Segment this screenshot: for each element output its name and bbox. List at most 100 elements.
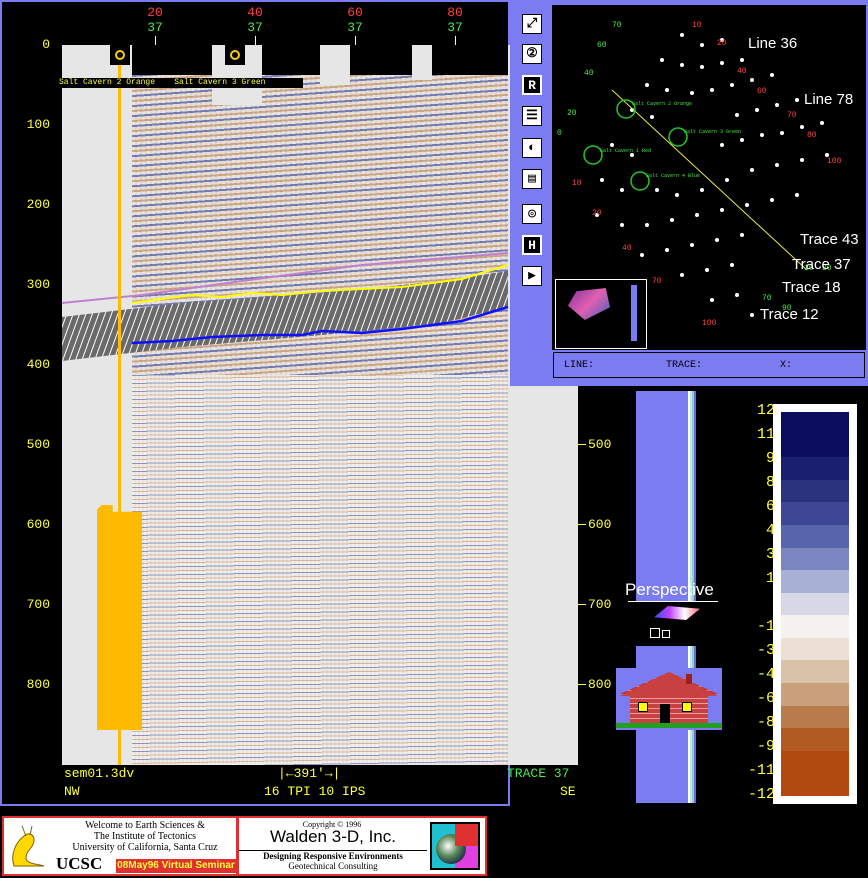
top-tick-line: 80 <box>447 5 463 20</box>
file-name: sem01.3dv <box>64 766 135 781</box>
map-cavern-label: Salt Cavern 3 Green <box>684 129 741 135</box>
ucsc-name: UCSC <box>56 854 103 873</box>
svg-text:10: 10 <box>572 179 582 188</box>
svg-text:20: 20 <box>567 109 577 118</box>
depth-tick-right: 500 <box>588 437 612 452</box>
svg-text:100: 100 <box>827 157 842 166</box>
contour-icon[interactable]: ◎ <box>522 204 542 224</box>
colorbar-swatch <box>781 457 849 481</box>
list-icon[interactable]: ☰ <box>522 106 542 126</box>
top-tick-line: 40 <box>247 5 263 20</box>
export-icon[interactable]: ▶ <box>522 266 542 286</box>
svg-text:40: 40 <box>737 67 747 76</box>
undo-icon[interactable]: ② <box>522 44 542 64</box>
top-tick-trace: 37 <box>347 20 363 35</box>
colorbar-swatch <box>781 705 849 729</box>
depth-tick-right: 800 <box>588 677 612 692</box>
svg-text:20: 20 <box>717 39 727 48</box>
direction-nw: NW <box>64 784 80 799</box>
ucsc-university: University of California, Santa Cruz <box>72 842 218 853</box>
map-cavern-label: Salt Cavern 4 Blue <box>646 173 700 179</box>
document-icon[interactable]: ▤ <box>522 169 542 189</box>
ucsc-welcome: Welcome to Earth Sciences & <box>85 820 205 831</box>
scale-bar: |←391'→| <box>278 766 341 781</box>
colorbar-swatch <box>781 592 849 616</box>
home-icon[interactable] <box>616 668 722 730</box>
svg-text:20: 20 <box>592 209 602 218</box>
colorbar-swatch <box>781 434 849 458</box>
depth-tick: 200 <box>26 197 50 212</box>
ucsc-banner[interactable]: Welcome to Earth Sciences & The Institut… <box>2 816 238 876</box>
colorbar-swatch <box>781 412 849 436</box>
svg-text:70: 70 <box>762 294 772 303</box>
svg-text:100: 100 <box>702 319 717 328</box>
line-ticks-green: 706040 20070 9010 20 <box>557 21 832 313</box>
trace-grid-dots <box>595 33 829 317</box>
ucsc-institute: The Institute of Tectonics <box>93 831 197 842</box>
section-line <box>611 89 808 271</box>
depth-tick-right: 600 <box>588 517 612 532</box>
colorbar[interactable] <box>773 404 857 804</box>
perspective-label: Perspective <box>625 580 714 599</box>
display-params: 16 TPI 10 IPS <box>264 784 366 799</box>
walden-globe-logo <box>430 822 480 870</box>
cavern-label-bar: Salt Cavern 2 Orange Salt Cavern 3 Green <box>55 78 303 88</box>
colorbar-swatch <box>781 728 849 752</box>
depth-tick: 0 <box>42 37 50 52</box>
status-trace: TRACE: <box>666 360 703 371</box>
depth-tick-right: 700 <box>588 597 612 612</box>
salt-cavern-wellbore[interactable] <box>97 505 142 730</box>
colorbar-swatch <box>781 547 849 571</box>
map-cavern-label: Salt Cavern 2 Orange <box>632 101 692 107</box>
depth-tick: 700 <box>26 597 50 612</box>
top-tick-line: 20 <box>147 5 163 20</box>
svg-text:70: 70 <box>652 277 662 286</box>
depth-tick: 300 <box>26 277 50 292</box>
svg-text:40: 40 <box>584 69 594 78</box>
map-label-trace12: Trace 12 <box>760 306 819 323</box>
colorbar-swatch <box>781 524 849 549</box>
palette-icon[interactable]: ◐ <box>522 138 542 158</box>
svg-text:70: 70 <box>787 111 797 120</box>
perspective-view[interactable] <box>628 601 718 646</box>
map-thumbnail[interactable] <box>555 279 647 349</box>
svg-text:80: 80 <box>807 131 817 140</box>
map-label-line36: Line 36 <box>748 35 798 52</box>
colorbar-swatch <box>781 502 849 526</box>
walden-tagline-2: Geotechnical Consulting <box>288 861 378 871</box>
walden-banner[interactable]: Copyright © 1996 Walden 3-D, Inc. Design… <box>237 816 487 876</box>
top-tick-line: 60 <box>347 5 363 20</box>
status-line: LINE: <box>564 360 595 371</box>
svg-text:60: 60 <box>597 41 607 50</box>
colorbar-swatch <box>781 615 849 639</box>
walden-name: Walden 3-D, Inc. <box>270 827 396 846</box>
cursor-marker[interactable] <box>225 45 245 65</box>
direction-se: SE <box>560 784 576 799</box>
seismic-image[interactable] <box>62 45 578 765</box>
cursor-marker[interactable] <box>110 45 130 65</box>
depth-tick: 800 <box>26 677 50 692</box>
svg-text:60: 60 <box>757 87 767 96</box>
colorbar-swatch <box>781 479 849 503</box>
trace-label: TRACE 37 <box>507 766 570 781</box>
top-tick-trace: 37 <box>247 20 263 35</box>
map-label-line78: Line 78 <box>804 91 854 108</box>
zoom-icon[interactable]: ⤢ <box>522 14 542 34</box>
top-tick-trace: 37 <box>447 20 463 35</box>
depth-tick: 600 <box>26 517 50 532</box>
svg-text:10: 10 <box>692 21 702 30</box>
colorbar-swatch <box>781 570 849 594</box>
depth-tick: 100 <box>26 117 50 132</box>
colorbar-swatch <box>781 750 849 774</box>
seminar-badge: 08May96 Virtual Seminar <box>116 859 236 873</box>
colorbar-swatch <box>781 683 849 707</box>
map-label-trace18: Trace 18 <box>782 279 841 296</box>
reset-icon[interactable]: R <box>522 75 542 95</box>
colorbar-swatch <box>781 660 849 684</box>
map-label-trace43: Trace 43 <box>800 231 859 248</box>
svg-text:0: 0 <box>557 129 562 138</box>
status-x: X: <box>780 360 793 371</box>
horizon-icon[interactable]: H <box>522 235 542 255</box>
svg-text:70: 70 <box>612 21 622 30</box>
status-bar: LINE: TRACE: X: <box>553 352 865 378</box>
